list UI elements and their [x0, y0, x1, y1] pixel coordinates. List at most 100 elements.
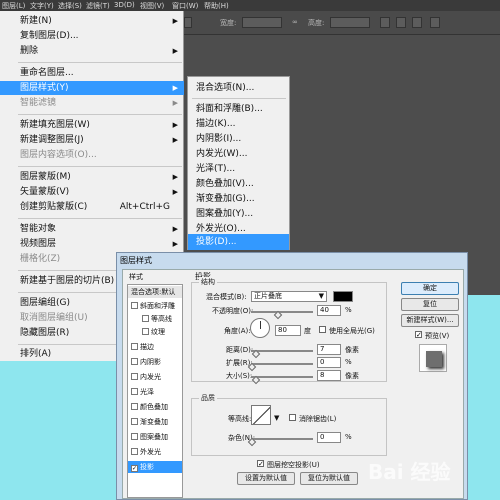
- checkbox[interactable]: [131, 343, 138, 350]
- checkbox[interactable]: [131, 302, 138, 309]
- global-light-checkbox[interactable]: [319, 326, 326, 333]
- submenu-item-color-overlay[interactable]: 颜色叠加(V)...: [188, 176, 289, 192]
- style-item-stroke[interactable]: 描边: [128, 341, 182, 353]
- size-input[interactable]: 8: [317, 370, 341, 381]
- checkbox[interactable]: [131, 418, 138, 425]
- menu-item-vector-mask[interactable]: 矢量蒙版(V) ▶: [0, 185, 184, 199]
- style-item-pattern-overlay[interactable]: 图案叠加: [128, 431, 182, 443]
- options-height-field[interactable]: [330, 17, 370, 28]
- options-link-icon[interactable]: ∞: [292, 18, 298, 26]
- style-item-color-overlay[interactable]: 颜色叠加: [128, 401, 182, 413]
- style-item-outer-glow[interactable]: 外发光: [128, 446, 182, 458]
- checkbox[interactable]: [131, 388, 138, 395]
- options-width-field[interactable]: [242, 17, 282, 28]
- menu-item-new-adjustment-layer[interactable]: 新建调整图层(J) ▶: [0, 133, 184, 147]
- menu-item-smart-filter[interactable]: 智能滤镜 ▶: [0, 96, 184, 110]
- distance-input[interactable]: 7: [317, 344, 341, 355]
- style-item-gradient-overlay[interactable]: 渐变叠加: [128, 416, 182, 428]
- submenu-arrow-icon: ▶: [172, 225, 178, 233]
- menubar-filter[interactable]: 滤镜(T): [86, 1, 110, 11]
- options-path-icon[interactable]: [412, 17, 422, 28]
- submenu-item-inner-shadow[interactable]: 内阴影(I)...: [188, 131, 289, 147]
- options-swatch[interactable]: [184, 17, 192, 28]
- blend-mode-select[interactable]: 正片叠底 ▼: [251, 291, 327, 302]
- distance-slider[interactable]: [251, 350, 313, 352]
- menubar-view[interactable]: 视图(V): [140, 1, 164, 11]
- submenu-item-stroke[interactable]: 描边(K)...: [188, 116, 289, 132]
- menu-item-layer-mask[interactable]: 图层蒙版(M) ▶: [0, 170, 184, 184]
- style-item-texture[interactable]: 纹理: [128, 326, 182, 338]
- menu-item-new[interactable]: 新建(N) ▶: [0, 14, 184, 28]
- distance-label: 距离(D):: [226, 346, 254, 354]
- opacity-input[interactable]: 40: [317, 305, 341, 316]
- menu-item-delete[interactable]: 删除 ▶: [0, 44, 184, 58]
- checkbox[interactable]: [131, 433, 138, 440]
- contour-preview-icon[interactable]: [251, 405, 271, 425]
- submenu-item-gradient-overlay[interactable]: 渐变叠加(G)...: [188, 191, 289, 207]
- menu-item-create-clipping-mask[interactable]: 创建剪贴蒙版(C) Alt+Ctrl+G: [0, 200, 184, 214]
- checkbox[interactable]: [142, 315, 149, 322]
- menu-item-smart-object[interactable]: 智能对象 ▶: [0, 222, 184, 236]
- menu-item-video-layers[interactable]: 视频图层 ▶: [0, 237, 184, 251]
- menubar-type[interactable]: 文字(Y): [30, 1, 54, 11]
- reset-default-button[interactable]: 复位为默认值: [300, 472, 358, 485]
- submenu-item-blending-options[interactable]: 混合选项(N)...: [188, 80, 289, 96]
- spread-input[interactable]: 0: [317, 357, 341, 368]
- ok-button[interactable]: 确定: [401, 282, 459, 295]
- set-default-button[interactable]: 设置为默认值: [237, 472, 295, 485]
- submenu-item-satin[interactable]: 光泽(T)...: [188, 161, 289, 177]
- checkbox[interactable]: [131, 403, 138, 410]
- opacity-slider[interactable]: [251, 311, 313, 313]
- new-style-button[interactable]: 新建样式(W)...: [401, 314, 459, 327]
- menubar-3d[interactable]: 3D(D): [114, 1, 135, 9]
- menu-item-new-fill-layer[interactable]: 新建填充图层(W) ▶: [0, 118, 184, 132]
- menubar-window[interactable]: 窗口(W): [172, 1, 198, 11]
- menu-item-layer-style[interactable]: 图层样式(Y) ▶: [0, 81, 184, 95]
- options-arrange-icon[interactable]: [396, 17, 406, 28]
- style-item-contour[interactable]: 等高线: [128, 313, 182, 325]
- antialias-checkbox[interactable]: [289, 414, 296, 421]
- knockout-checkbox[interactable]: ✓: [257, 460, 264, 468]
- quality-title: 品质: [199, 393, 217, 403]
- submenu-item-pattern-overlay[interactable]: 图案叠加(Y)...: [188, 206, 289, 222]
- angle-dial[interactable]: [250, 318, 270, 338]
- style-item-inner-shadow[interactable]: 内阴影: [128, 356, 182, 368]
- submenu-item-drop-shadow[interactable]: 投影(D)...: [188, 234, 289, 250]
- antialias-label: 消除锯齿(L): [299, 415, 337, 423]
- contour-dropdown-arrow-icon[interactable]: ▼: [274, 414, 279, 422]
- spread-unit: %: [345, 358, 352, 366]
- submenu-arrow-icon: ▶: [172, 121, 178, 129]
- options-align-icon[interactable]: [380, 17, 390, 28]
- menubar-select[interactable]: 选择(S): [58, 1, 82, 11]
- style-item-satin[interactable]: 光泽: [128, 386, 182, 398]
- submenu-arrow-icon: ▶: [172, 99, 178, 107]
- menubar-layer[interactable]: 图层(L): [2, 1, 25, 11]
- menubar-help[interactable]: 帮助(H): [204, 1, 229, 11]
- spread-slider[interactable]: [251, 363, 313, 365]
- checkbox[interactable]: [131, 358, 138, 365]
- size-slider[interactable]: [251, 376, 313, 378]
- shadow-color-swatch[interactable]: [333, 291, 353, 302]
- preview-checkbox[interactable]: ✓: [415, 331, 422, 339]
- style-item-drop-shadow[interactable]: ✓ 投影: [128, 461, 182, 473]
- options-gear-icon[interactable]: [430, 17, 440, 28]
- checkbox[interactable]: [131, 373, 138, 380]
- menu-item-duplicate-layer[interactable]: 复制图层(D)...: [0, 29, 184, 43]
- style-item-blending-options[interactable]: 混合选项:默认: [128, 286, 182, 298]
- checkbox-checked[interactable]: ✓: [131, 465, 138, 472]
- checkbox[interactable]: [131, 448, 138, 455]
- angle-input[interactable]: 80: [275, 325, 301, 336]
- checkbox[interactable]: [142, 328, 149, 335]
- menu-item-rename-layer[interactable]: 重命名图层...: [0, 66, 184, 80]
- menu-item-layer-content-options[interactable]: 图层内容选项(O)...: [0, 148, 184, 162]
- style-item-inner-glow[interactable]: 内发光: [128, 371, 182, 383]
- menu-separator: [18, 166, 182, 167]
- submenu-item-inner-glow[interactable]: 内发光(W)...: [188, 146, 289, 162]
- style-preview-swatch: [426, 351, 442, 367]
- submenu-item-bevel-emboss[interactable]: 斜面和浮雕(B)...: [188, 101, 289, 117]
- reset-button[interactable]: 复位: [401, 298, 459, 311]
- noise-input[interactable]: 0: [317, 432, 341, 443]
- style-item-bevel-emboss[interactable]: 斜面和浮雕: [128, 300, 182, 312]
- noise-slider[interactable]: [251, 438, 313, 440]
- structure-title: 结构: [199, 277, 217, 287]
